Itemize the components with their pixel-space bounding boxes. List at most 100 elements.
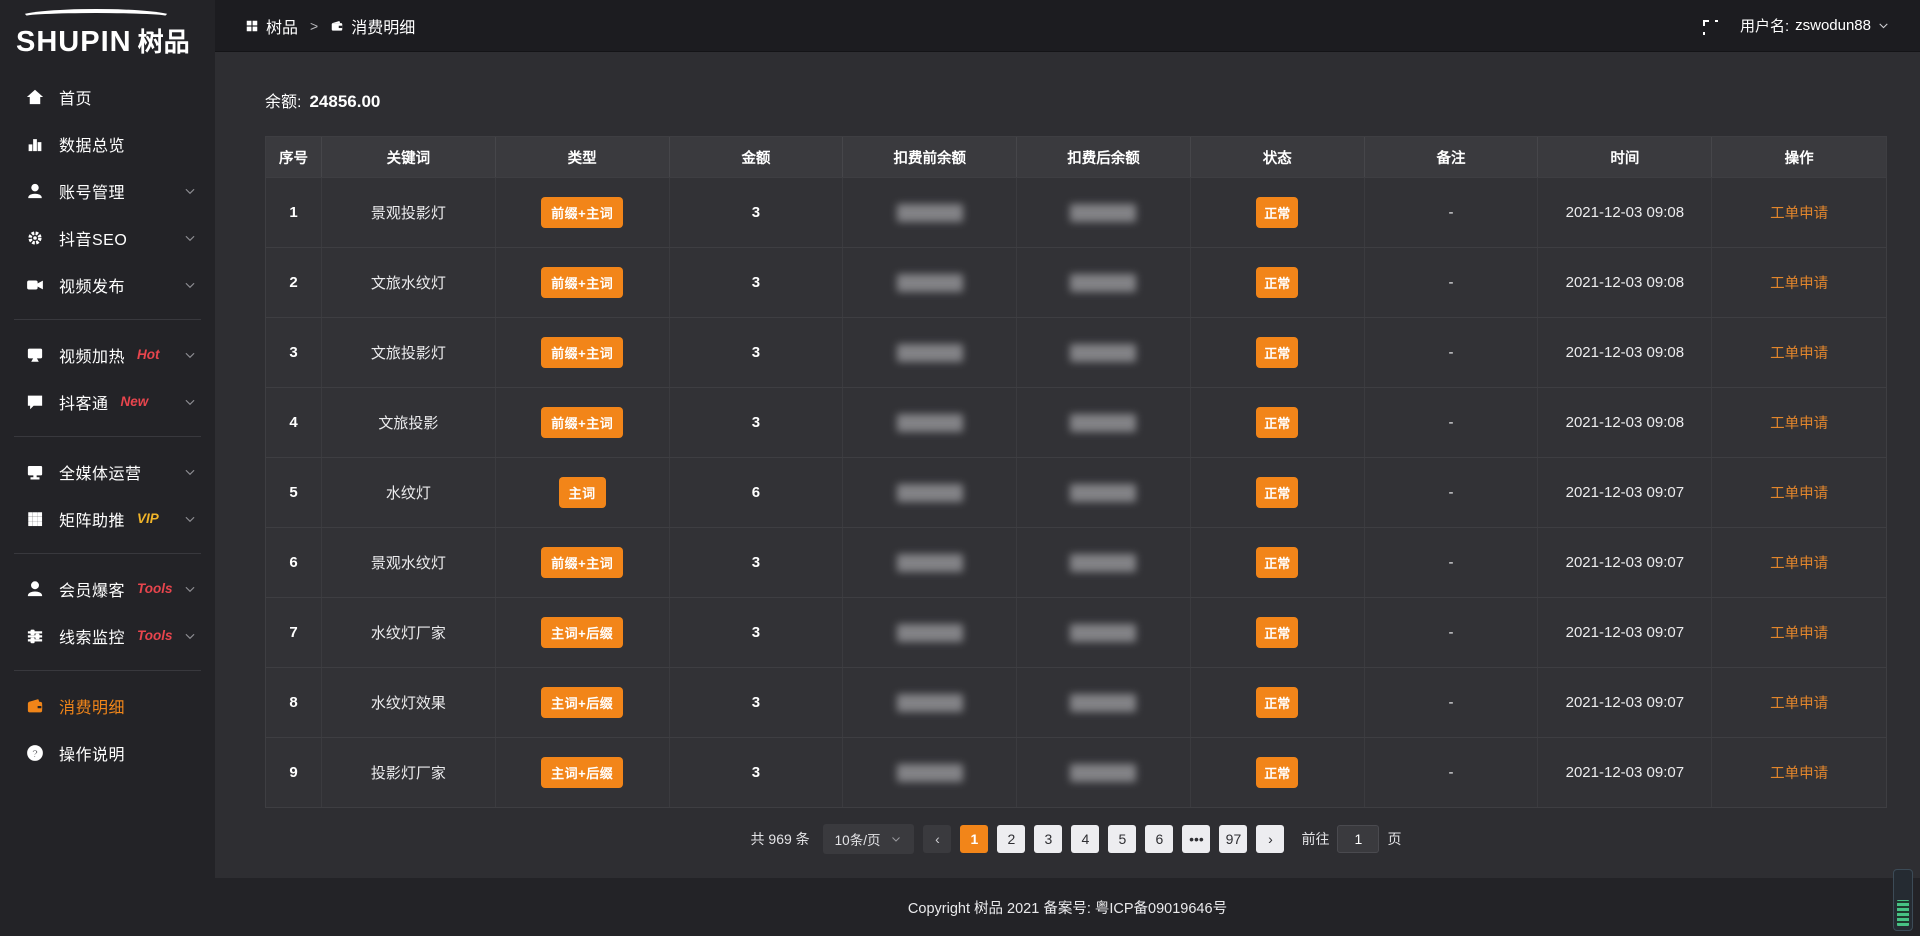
work-order-link[interactable]: 工单申请: [1770, 482, 1828, 503]
redacted-balance-after: [1070, 204, 1136, 222]
work-order-link[interactable]: 工单申请: [1770, 692, 1828, 713]
sidebar-divider: [14, 670, 201, 671]
prev-page-button[interactable]: ‹: [923, 825, 951, 853]
time-cell: 2021-12-03 09:07: [1538, 668, 1712, 737]
status-badge: 正常: [1256, 757, 1298, 788]
remark-cell: -: [1365, 528, 1539, 597]
action-cell: 工单申请: [1712, 738, 1886, 807]
sidebar-item-data-overview[interactable]: 数据总览: [0, 120, 215, 167]
type-cell: 前缀+主词: [496, 388, 670, 457]
page-button-6[interactable]: 6: [1145, 825, 1173, 853]
redacted-balance-before: [897, 764, 963, 782]
consumption-table: 序号关键词类型金额扣费前余额扣费后余额状态备注时间操作 1景观投影灯前缀+主词3…: [265, 136, 1887, 808]
sidebar-menu: 首页数据总览账号管理抖音SEO视频发布视频加热Hot抖客通New 全媒体运营矩阵助…: [0, 63, 215, 776]
page-size-select[interactable]: 10条/页: [823, 824, 915, 854]
table-row: 6景观水纹灯前缀+主词3正常-2021-12-03 09:07工单申请: [266, 527, 1886, 597]
table-header-row: 序号关键词类型金额扣费前余额扣费后余额状态备注时间操作: [266, 137, 1886, 177]
status-cell: 正常: [1191, 248, 1365, 317]
type-cell: 前缀+主词: [496, 248, 670, 317]
action-cell: 工单申请: [1712, 528, 1886, 597]
action-cell: 工单申请: [1712, 598, 1886, 667]
performance-gauge-widget: [1893, 869, 1913, 931]
chevron-down-icon: [183, 582, 197, 596]
type-cell: 前缀+主词: [496, 178, 670, 247]
work-order-link[interactable]: 工单申请: [1770, 342, 1828, 363]
row-number-cell: 9: [266, 738, 322, 807]
work-order-link[interactable]: 工单申请: [1770, 272, 1828, 293]
username-label: 用户名:: [1740, 15, 1789, 36]
status-cell: 正常: [1191, 528, 1365, 597]
sidebar-item-label: 操作说明: [59, 741, 125, 765]
redacted-balance-after: [1070, 484, 1136, 502]
column-header: 扣费前余额: [843, 137, 1017, 177]
user-menu[interactable]: 用户名: zswodun88: [1740, 15, 1890, 36]
time-cell: 2021-12-03 09:07: [1538, 458, 1712, 527]
sidebar-item-video-heating[interactable]: 视频加热Hot: [0, 331, 215, 378]
page-button-4[interactable]: 4: [1071, 825, 1099, 853]
balance-after-cell: [1017, 528, 1191, 597]
sidebar-item-video-publish[interactable]: 视频发布: [0, 261, 215, 308]
sidebar-item-operation-guide[interactable]: 操作说明: [0, 729, 215, 776]
sidebar-item-label: 全媒体运营: [59, 460, 142, 484]
fullscreen-icon[interactable]: [1700, 17, 1718, 35]
breadcrumb-item-root[interactable]: 树品: [245, 14, 298, 38]
sidebar-item-label: 消费明细: [59, 694, 125, 718]
sidebar-item-matrix-boost[interactable]: 矩阵助推VIP: [0, 495, 215, 542]
balance-before-cell: [843, 598, 1017, 667]
sidebar-item-label: 抖客通: [59, 390, 109, 414]
sidebar-item-member-baoke[interactable]: 会员爆客Tools: [0, 565, 215, 612]
work-order-link[interactable]: 工单申请: [1770, 762, 1828, 783]
work-order-link[interactable]: 工单申请: [1770, 202, 1828, 223]
remark-cell: -: [1365, 738, 1539, 807]
status-badge: 正常: [1256, 197, 1298, 228]
table-row: 1景观投影灯前缀+主词3正常-2021-12-03 09:08工单申请: [266, 177, 1886, 247]
balance-after-cell: [1017, 458, 1191, 527]
type-badge: 前缀+主词: [541, 197, 623, 228]
page-button-3[interactable]: 3: [1034, 825, 1062, 853]
wallet-icon: [330, 19, 344, 33]
type-badge: 前缀+主词: [541, 267, 623, 298]
amount-cell: 3: [670, 668, 844, 737]
redacted-balance-before: [897, 624, 963, 642]
app-window: SHUPIN 树品 首页数据总览账号管理抖音SEO视频发布视频加热Hot抖客通N…: [0, 0, 1920, 936]
chevron-down-icon: [183, 395, 197, 409]
type-cell: 前缀+主词: [496, 528, 670, 597]
sidebar-item-account-management[interactable]: 账号管理: [0, 167, 215, 214]
app-logo[interactable]: SHUPIN 树品: [0, 0, 215, 63]
sidebar-item-consumption-detail[interactable]: 消费明细: [0, 682, 215, 729]
keyword-cell: 水纹灯效果: [322, 668, 496, 737]
work-order-link[interactable]: 工单申请: [1770, 552, 1828, 573]
page-button-5[interactable]: 5: [1108, 825, 1136, 853]
breadcrumb: 树品 > 消费明细: [245, 14, 415, 38]
work-order-link[interactable]: 工单申请: [1770, 412, 1828, 433]
amount-cell: 3: [670, 318, 844, 387]
page-button-1[interactable]: 1: [960, 825, 988, 853]
chevron-down-icon: [183, 348, 197, 362]
keyword-cell: 景观投影灯: [322, 178, 496, 247]
breadcrumb-item-current[interactable]: 消费明细: [330, 14, 415, 38]
redacted-balance-before: [897, 694, 963, 712]
home-icon: [26, 88, 44, 106]
goto-page-input[interactable]: [1337, 825, 1379, 853]
type-cell: 主词+后缀: [496, 738, 670, 807]
sidebar-item-label: 线索监控: [59, 624, 125, 648]
sidebar-item-label: 首页: [59, 85, 92, 109]
page-button-2[interactable]: 2: [997, 825, 1025, 853]
work-order-link[interactable]: 工单申请: [1770, 622, 1828, 643]
action-cell: 工单申请: [1712, 458, 1886, 527]
redacted-balance-after: [1070, 344, 1136, 362]
sidebar-item-clue-monitor[interactable]: 线索监控Tools: [0, 612, 215, 659]
more-pages-button[interactable]: •••: [1182, 825, 1210, 853]
next-page-button[interactable]: ›: [1256, 825, 1284, 853]
sidebar-item-home[interactable]: 首页: [0, 73, 215, 120]
page-button-97[interactable]: 97: [1219, 825, 1247, 853]
balance-before-cell: [843, 318, 1017, 387]
type-badge: 主词+后缀: [541, 757, 623, 788]
sidebar-item-douketong[interactable]: 抖客通New: [0, 378, 215, 425]
table-row: 3文旅投影灯前缀+主词3正常-2021-12-03 09:08工单申请: [266, 317, 1886, 387]
status-badge: 正常: [1256, 477, 1298, 508]
sidebar-item-douyin-seo[interactable]: 抖音SEO: [0, 214, 215, 261]
status-badge: 正常: [1256, 337, 1298, 368]
chevron-down-icon: [183, 184, 197, 198]
sidebar-item-media-operation[interactable]: 全媒体运营: [0, 448, 215, 495]
